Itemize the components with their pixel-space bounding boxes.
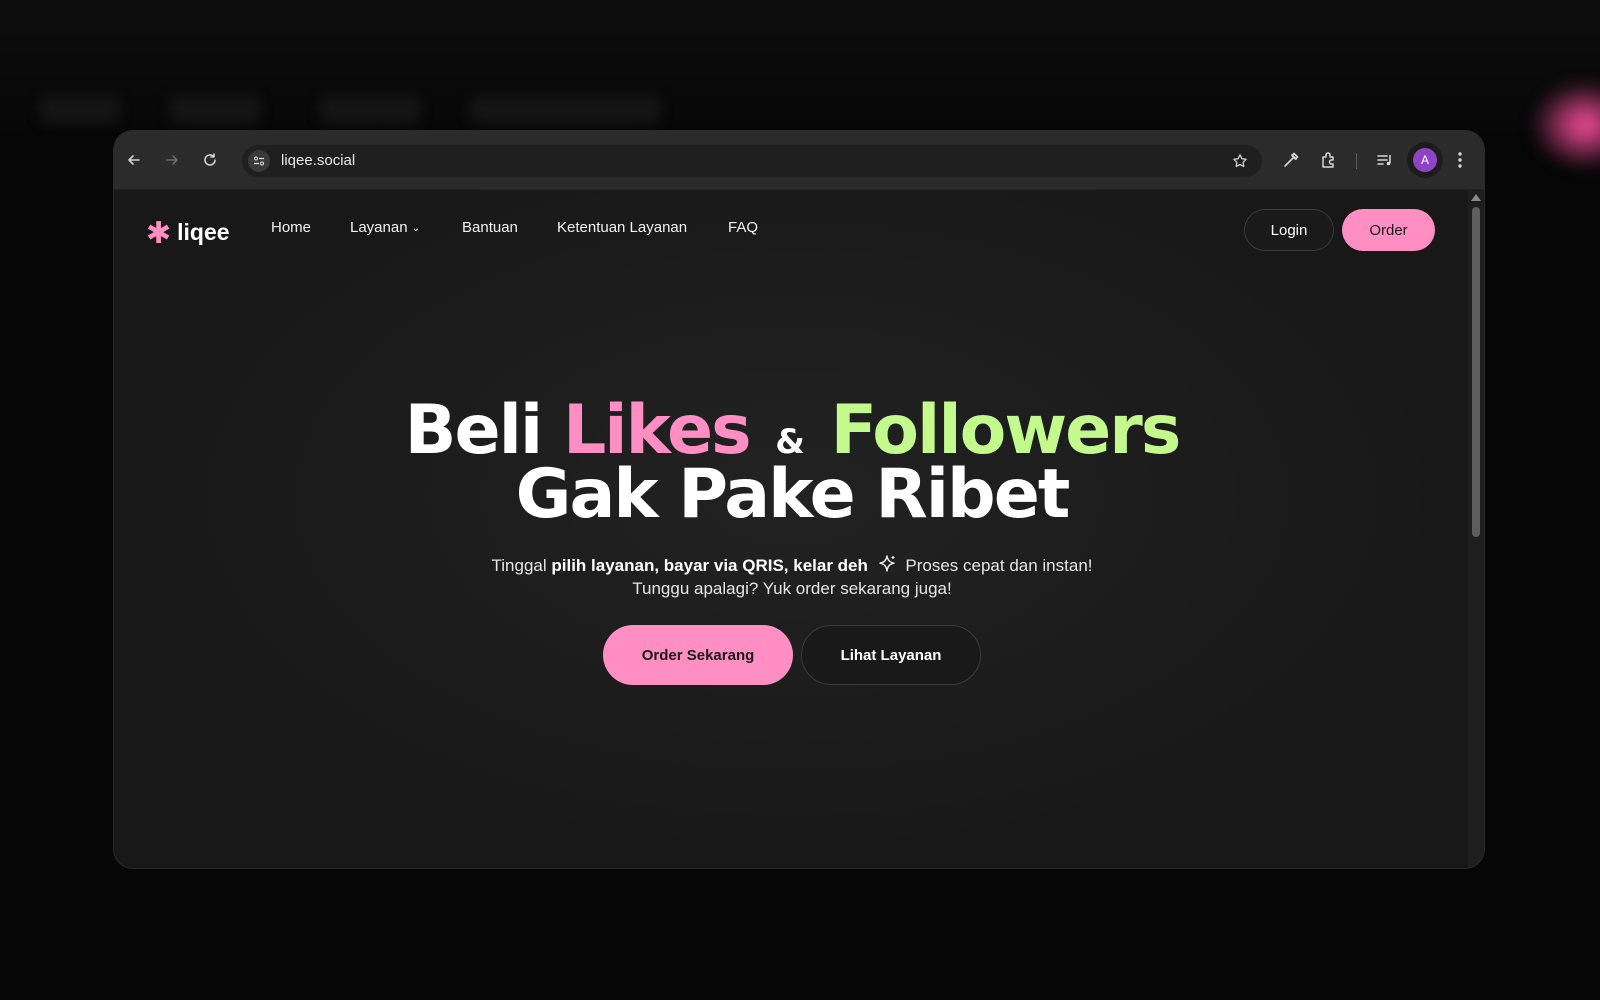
profile-avatar[interactable]: A	[1413, 148, 1437, 172]
more-menu-icon[interactable]	[1448, 148, 1472, 172]
login-button[interactable]: Login	[1244, 209, 1334, 251]
bookmark-star-icon[interactable]	[1228, 149, 1252, 173]
page-viewport: ✱ liqee Home Layanan ⌄ Bantuan Ketentuan …	[114, 191, 1470, 868]
hero-title-line2: Gak Pake Ribet	[515, 455, 1071, 534]
site-settings-icon[interactable]	[248, 150, 270, 172]
background-blur	[170, 95, 260, 123]
eyedropper-icon[interactable]	[1279, 148, 1303, 172]
nav-ketentuan-layanan[interactable]: Ketentuan Layanan	[557, 219, 687, 236]
page-scrollbar[interactable]	[1468, 191, 1484, 868]
toolbar-divider	[1356, 153, 1357, 169]
nav-bantuan[interactable]: Bantuan	[462, 219, 518, 236]
hero-subtitle-line1: Tinggal pilih layanan, bayar via QRIS, k…	[114, 554, 1470, 579]
media-controls-icon[interactable]	[1373, 148, 1397, 172]
back-icon[interactable]	[122, 148, 146, 172]
subtitle-suffix: Proses cepat dan instan!	[905, 555, 1093, 575]
order-button[interactable]: Order	[1342, 209, 1435, 251]
background-blur	[470, 95, 660, 123]
order-now-button[interactable]: Order Sekarang	[603, 625, 793, 685]
sparkle-icon	[877, 554, 897, 579]
site-logo[interactable]: ✱ liqee	[146, 215, 230, 249]
nav-home[interactable]: Home	[271, 219, 311, 236]
forward-icon[interactable]	[160, 148, 184, 172]
background-blur	[40, 95, 120, 123]
scrollbar-thumb[interactable]	[1472, 207, 1480, 537]
background-blur	[320, 95, 420, 123]
nav-layanan-label: Layanan	[350, 219, 408, 236]
scroll-up-arrow-icon[interactable]	[1471, 194, 1481, 201]
chevron-down-icon: ⌄	[411, 222, 420, 234]
logo-text: liqee	[177, 218, 230, 245]
address-bar[interactable]: liqee.social	[242, 145, 1262, 177]
nav-faq[interactable]: FAQ	[728, 219, 758, 236]
nav-layanan[interactable]: Layanan ⌄	[350, 219, 420, 236]
hero-subtitle-line2: Tunggu apalagi? Yuk order sekarang juga!	[632, 579, 952, 598]
subtitle-prefix: Tinggal	[491, 555, 547, 575]
site-navbar: ✱ liqee Home Layanan ⌄ Bantuan Ketentuan …	[114, 191, 1470, 271]
view-services-button[interactable]: Lihat Layanan	[801, 625, 981, 685]
browser-window: liqee.social A ✱ liqee Home Layanan ⌄ Ba…	[113, 130, 1485, 869]
browser-toolbar: liqee.social A	[114, 131, 1484, 190]
asterisk-logo-icon: ✱	[146, 217, 172, 250]
extensions-icon[interactable]	[1317, 148, 1341, 172]
reload-icon[interactable]	[198, 148, 222, 172]
url-text[interactable]: liqee.social	[281, 152, 355, 169]
subtitle-bold: pilih layanan, bayar via QRIS, kelar deh	[551, 555, 868, 575]
